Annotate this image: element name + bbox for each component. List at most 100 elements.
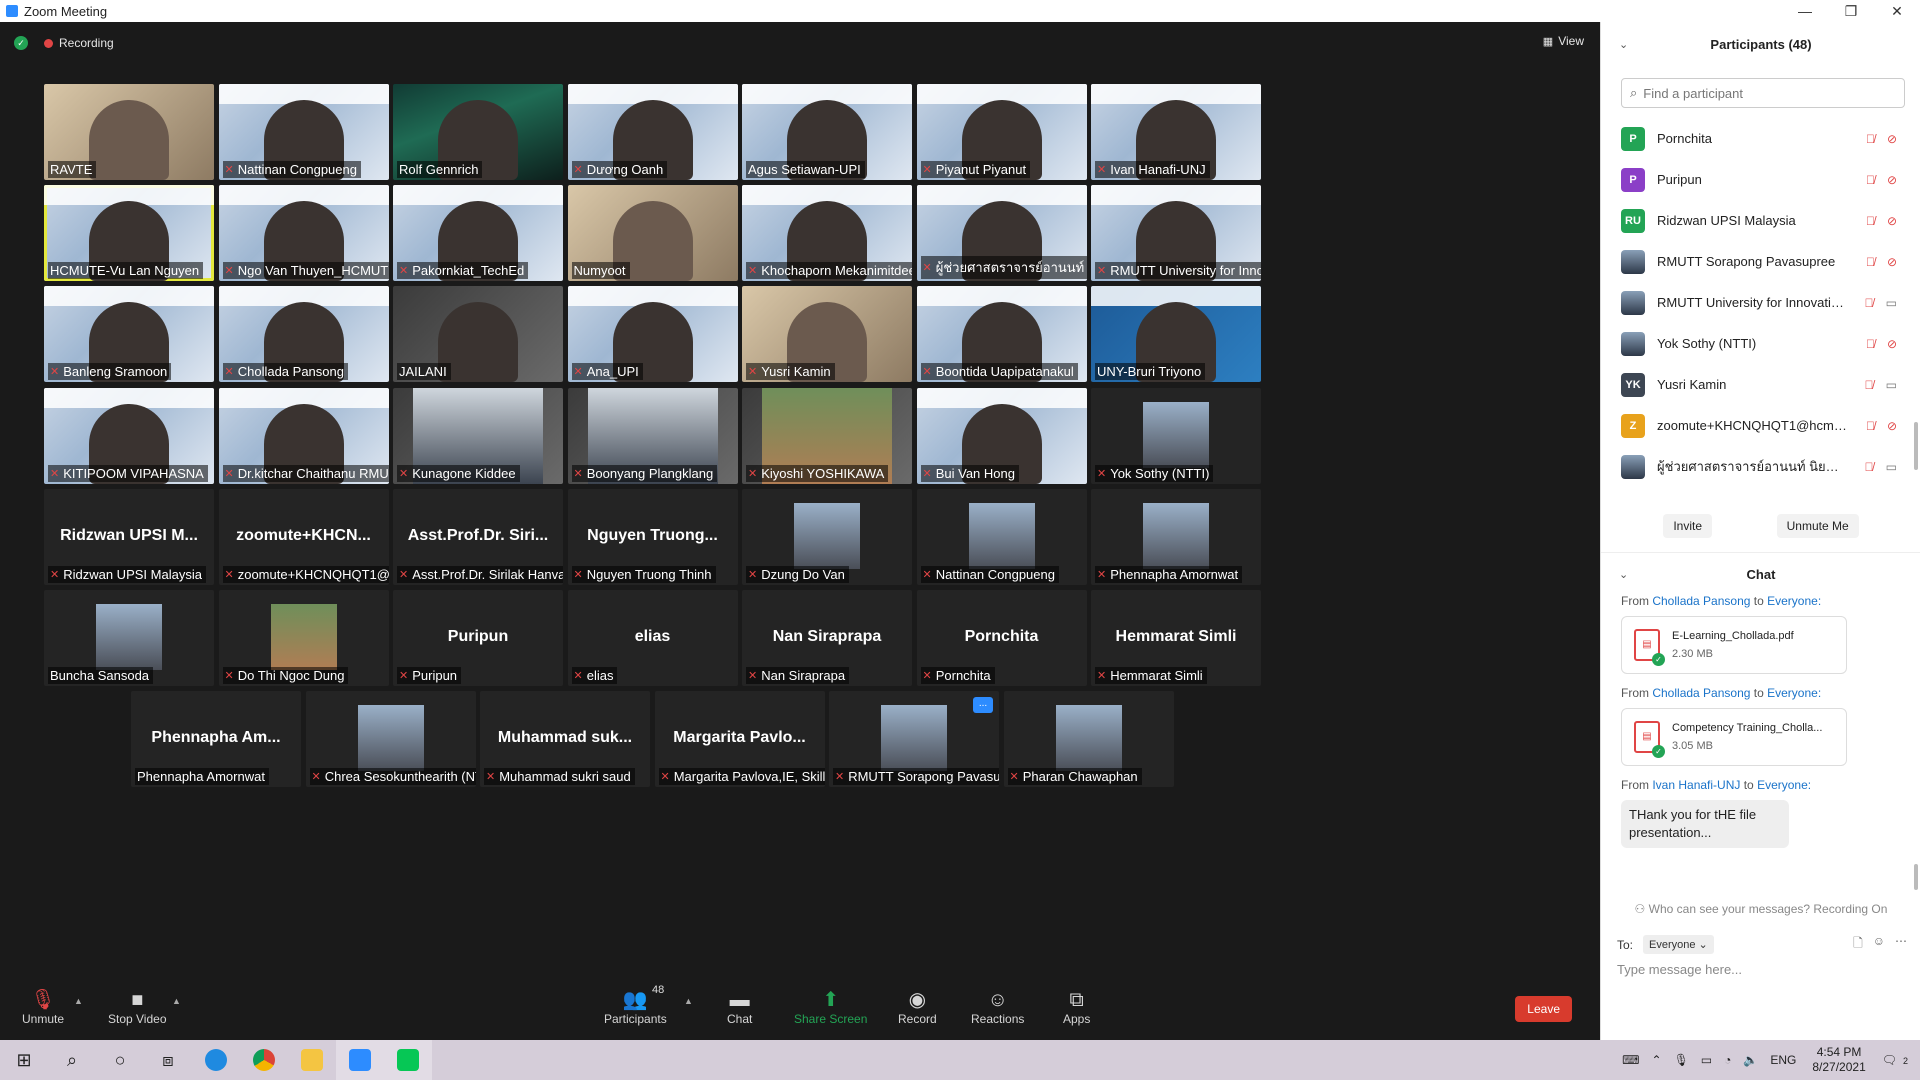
participants-scrollbar[interactable] — [1914, 422, 1918, 470]
security-shield-icon[interactable]: ✓ — [14, 36, 28, 50]
participant-video-tile[interactable]: ✕ Boonyang Plangklang — [567, 387, 738, 484]
recipient-name[interactable]: Everyone: — [1767, 686, 1821, 700]
participant-video-tile[interactable]: ✕ KITIPOOM VIPAHASNA — [44, 387, 214, 484]
tray-expand-icon[interactable]: ⌃ — [1652, 1053, 1662, 1067]
maximize-button[interactable]: ❐ — [1828, 3, 1874, 20]
chrome-browser-icon[interactable] — [240, 1040, 288, 1080]
task-view-icon[interactable]: ⧈ — [144, 1040, 192, 1080]
participant-search-input[interactable]: ⌕ Find a participant — [1621, 78, 1905, 108]
participant-video-tile[interactable]: ... ✕RMUTT Sorapong Pavasupree — [829, 691, 999, 788]
participant-list-item[interactable]: P Pornchita 🎙̸ ⊘ — [1601, 118, 1920, 159]
sender-name[interactable]: Ivan Hanafi-UNJ — [1652, 778, 1740, 792]
participant-video-tile[interactable]: ✕ Ngo Van Thuyen_HCMUTE — [218, 185, 389, 282]
participant-video-tile[interactable]: ✕ Chollada Pansong — [218, 286, 389, 383]
close-button[interactable]: ✕ — [1874, 3, 1920, 20]
collapse-chat-chevron-icon[interactable]: ⌄ — [1619, 568, 1628, 581]
participant-video-tile[interactable]: ✕ Yok Sothy (NTTI) — [1091, 387, 1261, 484]
participant-list-item[interactable]: Zzoomute+KHCNQHQT1@hcmut... 🎙̸ ⊘ — [1601, 405, 1920, 446]
participant-list-item[interactable]: RMUTT Sorapong Pavasupree 🎙̸ ⊘ — [1601, 241, 1920, 282]
participant-video-tile[interactable]: ✕ Dr.kitchar Chaithanu RMUTL — [218, 387, 389, 484]
participant-video-tile[interactable]: Asst.Prof.Dr. Siri... ✕ Asst.Prof.Dr. Siri… — [393, 488, 563, 585]
participant-video-tile[interactable]: Hemmarat Simli ✕ Hemmarat Simli — [1091, 590, 1261, 686]
chat-button[interactable]: ▬ Chat — [727, 988, 752, 1026]
participant-video-tile[interactable]: Numyoot — [567, 185, 738, 282]
participant-list-item[interactable]: RU Ridzwan UPSI Malaysia 🎙̸ ⊘ — [1601, 200, 1920, 241]
audio-options-caret-icon[interactable]: ▲ — [74, 996, 83, 1006]
zoom-taskbar-icon[interactable] — [336, 1040, 384, 1080]
participant-video-tile[interactable]: RAVTE — [44, 84, 214, 180]
chat-visibility-notice[interactable]: ⚇ Who can see your messages? Recording O… — [1601, 902, 1920, 916]
emoji-icon[interactable]: ☺ — [1873, 934, 1885, 955]
line-app-icon[interactable] — [384, 1040, 432, 1080]
participant-video-tile[interactable]: ✕ Do Thi Ngoc Dung — [218, 590, 389, 686]
file-explorer-icon[interactable] — [288, 1040, 336, 1080]
unmute-button[interactable]: 🎙 Unmute — [22, 988, 64, 1026]
video-options-caret-icon[interactable]: ▲ — [172, 996, 181, 1006]
participant-video-tile[interactable]: ✕ Boontida Uapipatanakul — [916, 286, 1087, 383]
participant-video-tile[interactable]: ✕ Kunagone Kiddee — [393, 387, 563, 484]
stop-video-button[interactable]: ■ Stop Video — [108, 988, 167, 1026]
record-button[interactable]: ◉ Record — [898, 988, 937, 1026]
participant-video-tile[interactable]: ✕ Bui Van Hong — [916, 387, 1087, 484]
participant-video-tile[interactable]: Agus Setiawan-UPI — [742, 84, 912, 180]
sender-name[interactable]: Chollada Pansong — [1652, 686, 1750, 700]
participant-video-tile[interactable]: ✕ Pakornkiat_TechEd — [393, 185, 563, 282]
file-icon[interactable]: 🗋 — [1853, 934, 1863, 955]
participant-video-tile[interactable]: ✕ Ana_UPI — [567, 286, 738, 383]
participants-options-caret-icon[interactable]: ▲ — [684, 996, 693, 1006]
reactions-button[interactable]: ☺ Reactions — [971, 988, 1024, 1026]
participant-video-tile[interactable]: Nguyen Truong... ✕ Nguyen Truong Thinh — [567, 488, 738, 585]
clock[interactable]: 4:54 PM 8/27/2021 — [1812, 1045, 1865, 1075]
battery-icon[interactable]: ▭ — [1701, 1053, 1712, 1067]
leave-button[interactable]: Leave — [1515, 996, 1572, 1022]
participant-video-tile[interactable]: ✕ Kiyoshi YOSHIKAWA — [742, 387, 912, 484]
more-options-icon[interactable]: ⋯ — [1895, 934, 1907, 955]
participant-video-tile[interactable]: ✕ Phennapha Amornwat — [1091, 488, 1261, 585]
start-windows-icon[interactable]: ⊞ — [0, 1040, 48, 1080]
participant-list-item[interactable]: RMUTT University for Innovatio... 🎙̸ ▭ — [1601, 282, 1920, 323]
participant-video-tile[interactable]: ✕ Nattinan Congpueng — [916, 488, 1087, 585]
participant-video-tile[interactable]: zoomute+KHCN... ✕zoomute+KHCNQHQT1@hcm... — [218, 488, 389, 585]
invite-button[interactable]: Invite — [1663, 514, 1712, 538]
participant-video-tile[interactable]: ✕ Nattinan Congpueng — [218, 84, 389, 180]
chat-message-input[interactable]: Type message here... — [1617, 962, 1907, 977]
view-button[interactable]: ▦ View — [1543, 34, 1584, 48]
chat-file-attachment[interactable]: ▤ ✓ E-Learning_Chollada.pdf 2.30 MB — [1621, 616, 1847, 674]
microphone-tray-icon[interactable]: 🎙 — [1674, 1053, 1689, 1067]
participant-video-tile[interactable]: Puripun ✕ Puripun — [393, 590, 563, 686]
participant-video-tile[interactable]: ✕ Ivan Hanafi-UNJ — [1091, 84, 1261, 180]
participant-video-tile[interactable]: ✕ Dzung Do Van — [742, 488, 912, 585]
participant-video-tile[interactable]: Pornchita ✕ Pornchita — [916, 590, 1087, 686]
chat-scrollbar[interactable] — [1914, 864, 1918, 890]
participant-list-item[interactable]: YK Yusri Kamin 🎙̸ ▭ — [1601, 364, 1920, 405]
participant-video-tile[interactable]: Muhammad suk... ✕ Muhammad sukri saud — [480, 691, 650, 788]
participant-video-tile[interactable]: ✕ Pharan Chawaphan — [1003, 691, 1174, 788]
participant-video-tile[interactable]: Phennapha Am... Phennapha Amornwat — [131, 691, 301, 788]
collapse-participants-chevron-icon[interactable]: ⌄ — [1619, 38, 1628, 51]
participant-list-item[interactable]: Yok Sothy (NTTI) 🎙̸ ⊘ — [1601, 323, 1920, 364]
share-screen-button[interactable]: ⬆ Share Screen — [794, 988, 867, 1026]
recipient-name[interactable]: Everyone: — [1767, 594, 1821, 608]
volume-muted-icon[interactable]: 🔈 — [1743, 1053, 1758, 1067]
apps-button[interactable]: ⧉ Apps — [1063, 988, 1090, 1026]
participant-video-tile[interactable]: ✕ Banleng Sramoon — [44, 286, 214, 383]
participant-video-tile[interactable]: elias ✕ elias — [567, 590, 738, 686]
network-icon[interactable]: ◔ — [1724, 1053, 1731, 1067]
sender-name[interactable]: Chollada Pansong — [1652, 594, 1750, 608]
participant-video-tile[interactable]: Margarita Pavlo... ✕ Margarita Pavlova,IE,… — [654, 691, 825, 788]
participant-video-tile[interactable]: ✕ Dương Oanh — [567, 84, 738, 180]
search-taskbar-icon[interactable]: ⌕ — [48, 1040, 96, 1080]
participant-video-tile[interactable]: ✕ Piyanut Piyanut — [916, 84, 1087, 180]
recipient-name[interactable]: Everyone: — [1757, 778, 1811, 792]
participant-video-tile[interactable]: Rolf Gennrich — [393, 84, 563, 180]
notification-icon[interactable]: 🗨 2 — [1882, 1053, 1914, 1067]
recording-indicator[interactable]: Recording — [44, 36, 114, 50]
participant-video-tile[interactable]: ✕ Yusri Kamin — [742, 286, 912, 383]
participant-video-tile[interactable]: ✕Chrea Sesokunthearith (NTTI) — [305, 691, 476, 788]
participant-video-tile[interactable]: JAILANI — [393, 286, 563, 383]
edge-browser-icon[interactable] — [192, 1040, 240, 1080]
minimize-button[interactable]: — — [1782, 3, 1828, 20]
unmute-me-button[interactable]: Unmute Me — [1776, 514, 1859, 538]
participant-list-item[interactable]: ผู้ช่วยศาสตราจารย์อานนท์ นิยมผล 🎙̸ ▭ — [1601, 446, 1920, 487]
participant-video-tile[interactable]: Buncha Sansoda — [44, 590, 214, 686]
